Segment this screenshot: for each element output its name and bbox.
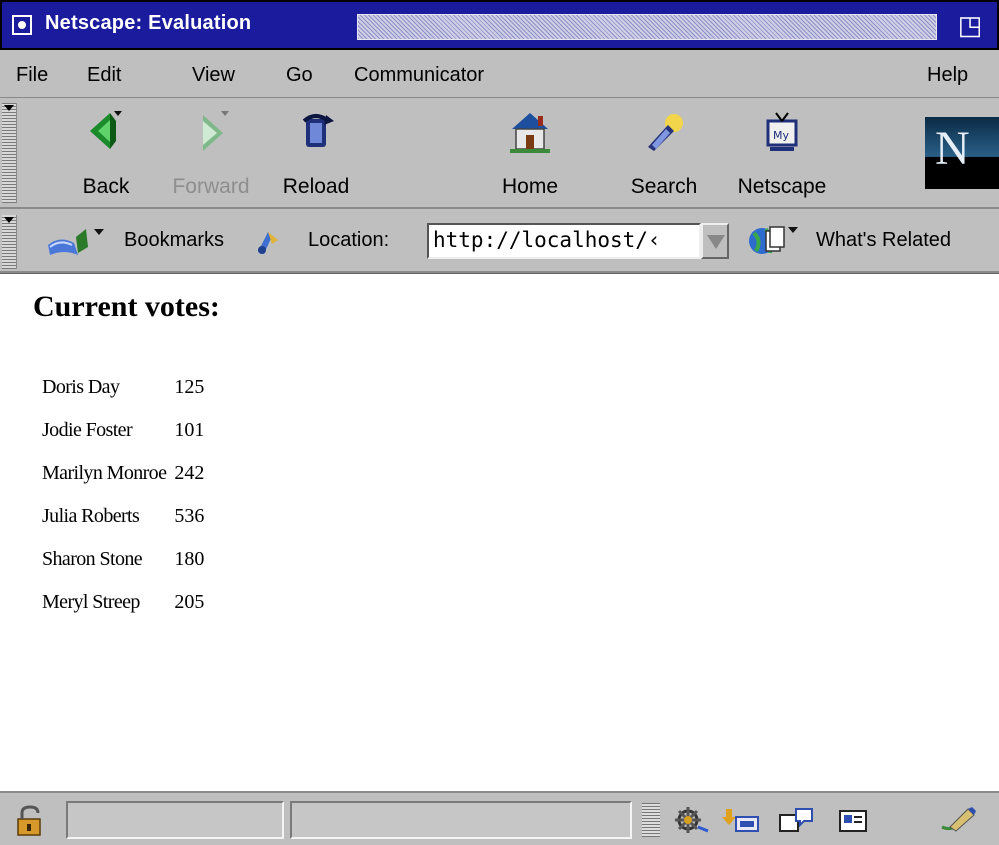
menu-go[interactable]: Go [286,64,313,87]
whats-related-button[interactable]: What's Related [744,223,994,259]
reload-icon [302,114,334,147]
navigator-icon[interactable] [668,805,710,835]
votes-table: Doris Day 125 Jodie Foster 101 Marilyn M… [36,366,210,624]
mail-icon[interactable] [720,805,762,835]
forward-arrow-icon [203,111,229,151]
toolbar-grip-handle[interactable] [2,103,17,203]
page-title: Current votes: [33,290,220,323]
whats-related-icon [749,226,798,254]
vote-count: 180 [174,548,205,570]
candidate-name: Meryl Streep [42,591,140,613]
newsgroups-icon[interactable] [776,805,818,835]
table-row: Jodie Foster 101 [40,409,206,452]
bookmarks-label: Bookmarks [124,229,225,251]
netscape-button[interactable]: My Netscape [732,105,832,201]
status-bar [0,791,999,845]
vote-count: 242 [174,462,205,484]
home-icon [510,113,550,153]
back-arrow-icon [90,111,122,149]
navigation-toolbar: Back Forward Reload Home Search My Netsc… [0,99,999,209]
candidate-name: Doris Day [42,376,120,398]
menu-edit[interactable]: Edit [87,64,121,87]
vote-count: 125 [174,376,205,398]
window-title: Netscape: Evaluation [45,12,252,34]
svg-text:My: My [773,129,789,142]
composer-icon[interactable] [936,805,978,835]
menu-file[interactable]: File [16,64,48,87]
table-row: Julia Roberts 536 [40,495,206,538]
location-label: Location: [308,229,390,251]
location-toolbar: Bookmarks Location: http://localhost/‹ W… [0,211,999,273]
address-book-icon[interactable] [832,805,874,835]
vote-count: 101 [174,419,205,441]
reload-button[interactable]: Reload [266,105,366,201]
page-content[interactable]: Current votes: Doris Day 125 Jodie Foste… [0,273,999,792]
status-progress-field [66,801,284,839]
menu-view[interactable]: View [192,64,235,87]
location-url-value: http://localhost/‹ [433,228,661,252]
home-label: Home [501,175,559,198]
window-menu-icon[interactable] [12,15,32,35]
title-bar-drag-area[interactable] [357,14,937,40]
table-row: Marilyn Monroe 242 [40,452,206,495]
location-history-dropdown[interactable] [701,223,729,259]
whats-related-label: What's Related [816,229,951,251]
candidate-name: Sharon Stone [42,548,143,570]
component-bar-grip-handle[interactable] [642,803,660,837]
netscape-logo[interactable]: N [925,117,999,189]
status-message-field [290,801,632,839]
my-netscape-icon: My [766,112,798,151]
menu-help[interactable]: Help [927,64,968,87]
forward-label: Forward [172,175,250,198]
location-icon[interactable] [254,226,282,256]
candidate-name: Marilyn Monroe [42,462,167,484]
home-button[interactable]: Home [480,105,580,201]
maximize-icon[interactable]: ◳ [955,12,985,40]
search-button[interactable]: Search [614,105,714,201]
candidate-name: Jodie Foster [42,419,133,441]
bookmarks-icon [48,229,104,255]
search-label: Search [630,175,698,198]
title-bar[interactable]: Netscape: Evaluation ◳ [0,0,999,50]
netscape-label: Netscape [737,175,827,198]
search-icon [648,114,683,151]
back-button[interactable]: Back [56,105,156,201]
menu-communicator[interactable]: Communicator [354,64,484,87]
back-label: Back [82,175,130,198]
reload-label: Reload [282,175,350,198]
table-row: Doris Day 125 [40,366,206,409]
netscape-logo-letter: N [935,122,970,175]
table-row: Meryl Streep 205 [40,581,206,624]
menu-bar: File Edit View Go Communicator Help [0,50,999,98]
vote-count: 536 [174,505,205,527]
candidate-name: Julia Roberts [42,505,140,527]
vote-count: 205 [174,591,205,613]
location-toolbar-grip-handle[interactable] [2,215,17,269]
location-url-field[interactable]: http://localhost/‹ [427,223,701,259]
forward-button: Forward [161,105,261,201]
table-row: Sharon Stone 180 [40,538,206,581]
security-lock-icon[interactable] [8,805,58,839]
